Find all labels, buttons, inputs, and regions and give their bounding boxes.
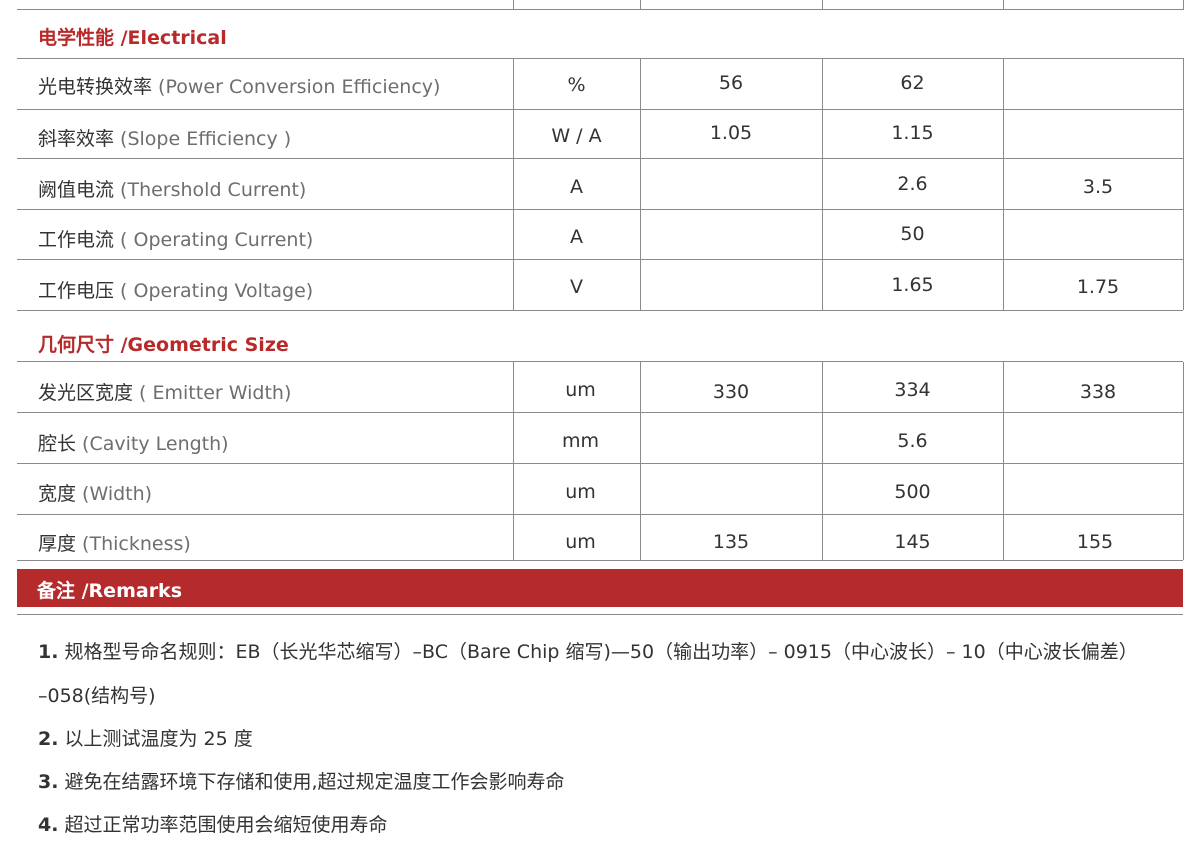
param-name-cn: 宽度 [38,483,77,505]
param-name-cn: 工作电压 [38,280,115,302]
row-divider [17,209,1183,210]
param-name-cn: 厚度 [38,533,77,555]
min-value-cell: 135 [712,531,750,553]
unit-cell: um [565,379,596,401]
min-value-cell: 1.05 [709,122,753,144]
section-title-electrical: 电学性能 /Electrical [38,27,227,49]
min-value-cell: 330 [712,381,750,403]
remark-item: 2. 以上测试温度为 25 度 [38,724,253,751]
col-divider [513,362,514,560]
remark-item: 3. 避免在结露环境下存储和使用,超过规定温度工作会影响寿命 [38,767,565,794]
remarks-header-bar: 备注 /Remarks [17,569,1183,607]
remark-number: 4. [38,814,59,836]
typ-value-cell: 50 [900,223,925,245]
param-name-en: (Power Conversion Efficiency) [152,76,441,98]
row-divider [17,463,1183,464]
remark-number: 3. [38,771,59,793]
typ-value-cell: 5.6 [897,430,928,452]
max-value-cell: 3.5 [1082,176,1114,198]
unit-cell: A [570,226,583,248]
typ-value-cell: 334 [894,379,931,401]
row-divider [17,9,1183,10]
param-name-en: (Width) [76,483,153,505]
table-row-label: 宽度 (Width) [38,479,152,506]
col-divider [640,58,641,310]
table-row-label: 斜率效率 (Slope Efficiency ) [38,124,291,151]
param-name-en: (Thickness) [76,533,191,555]
typ-value-cell: 1.15 [891,122,934,144]
remark-item: 1. 规格型号命名规则：EB（长光华芯缩写）–BC（Bare Chip 缩写)—… [38,637,1138,664]
typ-value-cell: 2.6 [897,173,928,195]
param-name-cn: 工作电流 [38,229,115,251]
row-divider [17,412,1183,413]
unit-cell: A [570,176,583,198]
param-name-cn: 发光区宽度 [38,382,134,404]
typ-value-cell: 500 [894,481,931,503]
param-name-en: ( Operating Voltage) [114,280,314,302]
row-divider [17,514,1183,515]
remark-text: 规格型号命名规则：EB（长光华芯缩写）–BC（Bare Chip 缩写)—50（… [58,641,1138,663]
remark-number: 2. [38,728,59,750]
remark-number: 1. [38,641,59,663]
remark-text: –058(结构号) [38,685,156,707]
unit-cell: mm [561,430,600,452]
remark-text: 避免在结露环境下存储和使用,超过规定温度工作会影响寿命 [58,771,565,793]
remark-item: –058(结构号) [38,681,156,708]
param-name-en: (Slope Efficiency ) [114,128,292,150]
param-name-cn: 腔长 [38,433,77,455]
unit-cell: um [565,481,596,503]
section-title-remarks: 备注 /Remarks [37,580,183,602]
row-divider [17,58,1183,59]
row-divider [17,614,1183,615]
param-name-en: (Thershold Current) [114,179,307,201]
max-value-cell: 338 [1079,381,1117,403]
param-name-cn: 光电转换效率 [38,76,153,98]
param-name-cn: 斜率效率 [38,128,115,150]
unit-cell: um [565,531,596,553]
max-value-cell: 155 [1076,531,1114,553]
row-divider [17,158,1183,159]
param-name-cn: 阙值电流 [38,179,115,201]
table-row-label: 发光区宽度 ( Emitter Width) [38,378,291,405]
remark-item: 4. 超过正常功率范围使用会缩短使用寿命 [38,810,388,837]
col-divider [1183,0,1184,10]
row-divider [17,259,1183,260]
table-row-label: 光电转换效率 (Power Conversion Efficiency) [38,72,440,99]
typ-value-cell: 145 [894,531,931,553]
row-divider [17,560,1183,561]
table-row-label: 工作电流 ( Operating Current) [38,225,313,252]
unit-cell: % [567,74,586,96]
row-divider [17,310,1183,311]
remark-text: 超过正常功率范围使用会缩短使用寿命 [58,814,388,836]
min-value-cell: 56 [718,72,744,94]
row-divider [17,109,1183,110]
table-row-label: 厚度 (Thickness) [38,529,191,556]
table-row-label: 阙值电流 (Thershold Current) [38,175,306,202]
table-row-label: 腔长 (Cavity Length) [38,429,229,456]
typ-value-cell: 1.65 [891,274,934,296]
param-name-en: ( Operating Current) [114,229,314,251]
typ-value-cell: 62 [900,72,925,94]
section-title-geometric: 几何尺寸 /Geometric Size [38,334,289,356]
max-value-cell: 1.75 [1076,276,1120,298]
param-name-en: (Cavity Length) [76,433,229,455]
row-divider [17,361,1183,362]
param-name-en: ( Emitter Width) [133,382,292,404]
unit-cell: W / A [551,125,602,147]
remark-text: 以上测试温度为 25 度 [58,728,253,750]
table-row-label: 工作电压 ( Operating Voltage) [38,276,313,303]
unit-cell: V [570,276,583,298]
